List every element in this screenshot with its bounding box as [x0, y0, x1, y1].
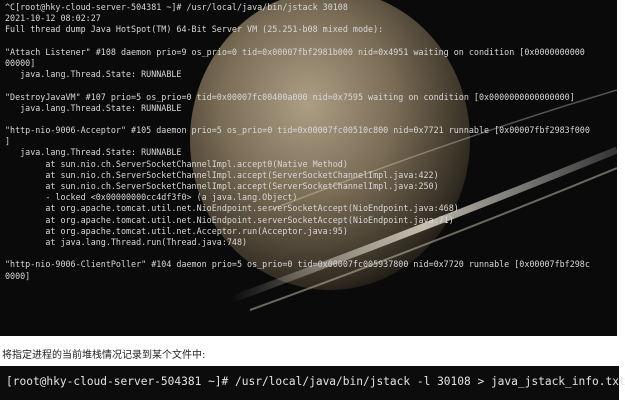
terminal-line: "http-nio-9006-Acceptor" #105 daemon pri…	[5, 125, 590, 136]
terminal-line: 0000]	[5, 270, 31, 281]
terminal-line: ^C[root@hky-cloud-server-504381 ~]# /usr…	[5, 2, 348, 12]
terminal-line: at java.lang.Thread.run(Thread.java:748)	[5, 236, 248, 247]
terminal-line: 00000]	[5, 57, 36, 68]
terminal-line: "Attach Listener" #108 daemon prio=9 os_…	[5, 46, 585, 57]
terminal-line: java.lang.Thread.State: RUNNABLE	[5, 69, 182, 80]
terminal-line: 2021-10-12 08:02:27	[5, 13, 101, 24]
terminal-line: at sun.nio.ch.ServerSocketChannelImpl.ac…	[5, 169, 439, 180]
command-text: [root@hky-cloud-server-504381 ~]# /usr/l…	[6, 375, 625, 388]
terminal-line: at sun.nio.ch.ServerSocketChannelImpl.ac…	[5, 181, 439, 191]
terminal-output: ^C[root@hky-cloud-server-504381 ~]# /usr…	[0, 0, 617, 282]
terminal-line: at sun.nio.ch.ServerSocketChannelImpl.ac…	[5, 158, 348, 169]
command-code-block: [root@hky-cloud-server-504381 ~]# /usr/l…	[0, 366, 625, 400]
terminal-line: Full thread dump Java HotSpot(TM) 64-Bit…	[5, 24, 384, 35]
terminal-screenshot: ^C[root@hky-cloud-server-504381 ~]# /usr…	[0, 0, 617, 336]
terminal-line: ]	[5, 136, 11, 147]
terminal-line: - locked <0x00000000cc4df3f0> (a java.la…	[5, 192, 298, 203]
terminal-line: at org.apache.tomcat.util.net.Acceptor.r…	[5, 225, 348, 236]
terminal-line: at org.apache.tomcat.util.net.NioEndpoin…	[5, 214, 454, 225]
terminal-line: "http-nio-9006-ClientPoller" #104 daemon…	[5, 259, 590, 270]
article-caption: 将指定进程的当前堆栈情况记录到某个文件中:	[2, 350, 206, 361]
terminal-line: java.lang.Thread.State: RUNNABLE	[5, 147, 182, 158]
terminal-line: java.lang.Thread.State: RUNNABLE	[5, 102, 182, 113]
terminal-line: at org.apache.tomcat.util.net.NioEndpoin…	[5, 203, 459, 214]
terminal-line: "DestroyJavaVM" #107 prio=5 os_prio=0 ti…	[5, 91, 575, 102]
